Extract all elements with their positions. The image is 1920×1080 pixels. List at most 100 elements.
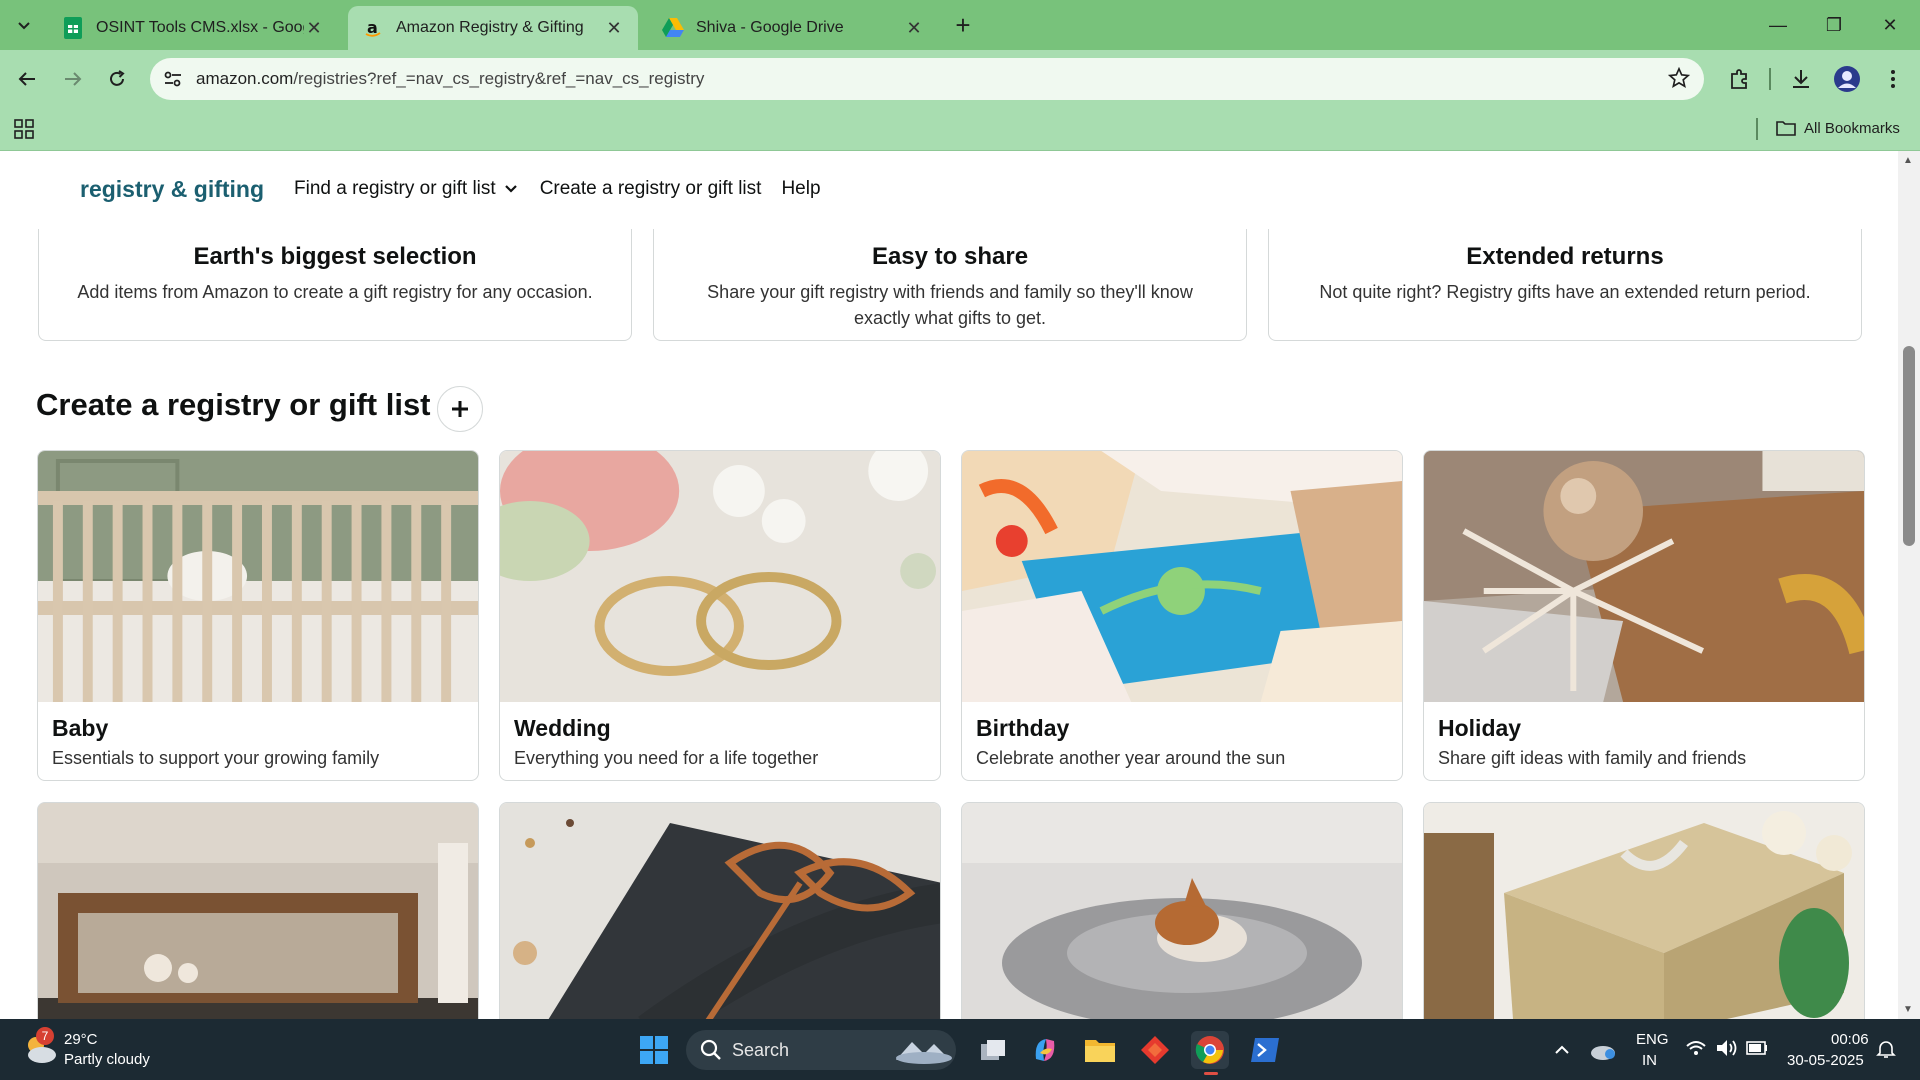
- find-registry-label: Find a registry or gift list: [294, 178, 496, 199]
- profile-button[interactable]: [1830, 62, 1864, 96]
- tab-osint-sheet[interactable]: OSINT Tools CMS.xlsx - Google ✕: [48, 6, 338, 50]
- feature-card: Easy to share Share your gift registry w…: [653, 229, 1247, 341]
- extensions-button[interactable]: [1722, 62, 1756, 96]
- bookmark-star-icon[interactable]: [1667, 66, 1691, 94]
- site-info-icon[interactable]: [162, 68, 184, 95]
- show-hidden-icons-button[interactable]: [1543, 1031, 1581, 1069]
- registry-card-holiday[interactable]: Holiday Share gift ideas with family and…: [1423, 450, 1865, 781]
- downloads-button[interactable]: [1784, 62, 1818, 96]
- tab-search-button[interactable]: [10, 12, 38, 40]
- start-button[interactable]: [635, 1031, 673, 1069]
- toolbar-divider: [1769, 68, 1771, 90]
- arrow-right-icon: [65, 72, 82, 86]
- windows-taskbar: 7 29°C Partly cloudy Search ENG IN 00:06…: [0, 1019, 1920, 1080]
- weather-temp: 29°C: [64, 1031, 98, 1048]
- registry-card-keepsake[interactable]: [37, 802, 479, 1019]
- card-description: Essentials to support your growing famil…: [52, 748, 380, 768]
- help-link[interactable]: Help: [781, 178, 820, 200]
- card-title: Birthday: [976, 715, 1070, 741]
- onedrive-button[interactable]: [1584, 1031, 1622, 1069]
- region-code[interactable]: IN: [1642, 1052, 1657, 1069]
- taskbar-search[interactable]: Search: [686, 1030, 956, 1070]
- add-registry-button[interactable]: [437, 386, 483, 432]
- language-code[interactable]: ENG: [1636, 1031, 1669, 1048]
- chrome-icon: [1195, 1036, 1224, 1064]
- clock-date[interactable]: 30-05-2025: [1787, 1052, 1864, 1069]
- page-scrollbar[interactable]: ▲ ▼: [1898, 151, 1920, 1019]
- card-title: Baby: [52, 715, 109, 741]
- notifications-icon[interactable]: [1876, 1039, 1896, 1064]
- apps-grid-icon[interactable]: [14, 119, 34, 144]
- registry-card-wedding[interactable]: Wedding Everything you need for a life t…: [499, 450, 941, 781]
- minimize-button[interactable]: —: [1758, 10, 1798, 40]
- registry-card-gifts[interactable]: [1423, 802, 1865, 1019]
- chrome-taskbar-button[interactable]: [1191, 1031, 1229, 1075]
- file-explorer-button[interactable]: [1081, 1031, 1119, 1069]
- windows-logo-icon: [640, 1036, 668, 1064]
- maximize-button[interactable]: ❐: [1814, 10, 1854, 40]
- battery-icon[interactable]: [1746, 1041, 1768, 1060]
- forward-button[interactable]: [56, 62, 90, 96]
- bookmarks-bar: All Bookmarks: [0, 108, 1920, 151]
- scroll-down-icon[interactable]: ▼: [1903, 1004, 1913, 1015]
- url-path: /registries?ref_=nav_cs_registry&ref_=na…: [293, 69, 705, 88]
- close-tab-icon[interactable]: ✕: [604, 18, 624, 39]
- browser-toolbar: amazon.com/registries?ref_=nav_cs_regist…: [0, 50, 1920, 108]
- registry-card-pet[interactable]: [961, 802, 1403, 1019]
- feature-text: Share your gift registry with friends an…: [707, 282, 1193, 328]
- clock-time[interactable]: 00:06: [1831, 1031, 1869, 1048]
- chevron-up-icon: [1555, 1045, 1569, 1054]
- feature-text: Not quite right? Registry gifts have an …: [1319, 282, 1811, 302]
- tab-title: Amazon Registry & Gifting: [396, 19, 584, 36]
- chevron-down-icon: [504, 185, 517, 193]
- bookmarks-divider: [1756, 118, 1758, 140]
- all-bookmarks-button[interactable]: All Bookmarks: [1776, 119, 1900, 137]
- feature-title: Easy to share: [871, 243, 1029, 270]
- feature-card: Earth's biggest selection Add items from…: [38, 229, 632, 341]
- tab-amazon-registry[interactable]: a Amazon Registry & Gifting ✕: [348, 6, 638, 50]
- create-registry-link[interactable]: Create a registry or gift list: [540, 178, 762, 200]
- scroll-up-icon[interactable]: ▲: [1903, 155, 1913, 166]
- scrollbar-thumb[interactable]: [1903, 346, 1915, 546]
- google-drive-icon: [662, 17, 684, 39]
- registry-card-baby[interactable]: Baby Essentials to support your growing …: [37, 450, 479, 781]
- plus-icon: [452, 401, 468, 417]
- registry-card-birthday[interactable]: Birthday Celebrate another year around t…: [961, 450, 1403, 781]
- active-app-indicator: [1204, 1072, 1218, 1075]
- wifi-icon[interactable]: [1686, 1039, 1706, 1062]
- task-view-icon: [981, 1040, 1005, 1060]
- close-window-button[interactable]: ✕: [1870, 10, 1910, 40]
- reload-button[interactable]: [100, 62, 134, 96]
- new-tab-button[interactable]: +: [948, 10, 978, 40]
- birthday-gifts-image: [962, 451, 1402, 702]
- weather-widget[interactable]: 7: [22, 1027, 58, 1070]
- task-view-button[interactable]: [974, 1031, 1012, 1069]
- tab-google-drive[interactable]: Shiva - Google Drive ✕: [648, 6, 938, 50]
- card-title: Wedding: [514, 715, 611, 741]
- registry-card-gift-wrap[interactable]: [499, 802, 941, 1019]
- search-icon: [700, 1039, 721, 1060]
- registry-brand-link[interactable]: registry & gifting: [80, 176, 264, 203]
- volume-icon[interactable]: [1716, 1039, 1738, 1062]
- page-content: registry & gifting Find a registry or gi…: [0, 151, 1920, 1019]
- wedding-rings-image: [500, 451, 940, 702]
- terminal-icon: [1251, 1038, 1279, 1062]
- copilot-icon: [1035, 1039, 1055, 1061]
- card-title: Holiday: [1438, 715, 1522, 741]
- tab-title: Shiva - Google Drive: [696, 19, 844, 36]
- back-button[interactable]: [10, 62, 44, 96]
- powershell-button[interactable]: [1246, 1031, 1284, 1069]
- holiday-ornament-image: [1424, 451, 1864, 702]
- address-bar[interactable]: amazon.com/registries?ref_=nav_cs_regist…: [150, 58, 1704, 100]
- close-tab-icon[interactable]: ✕: [304, 18, 324, 39]
- find-registry-menu[interactable]: Find a registry or gift list: [294, 178, 518, 200]
- app-red-diamond-button[interactable]: [1136, 1031, 1174, 1069]
- close-tab-icon[interactable]: ✕: [904, 18, 924, 39]
- avatar: [1834, 66, 1860, 92]
- tab-title: OSINT Tools CMS.xlsx - Google: [96, 19, 304, 36]
- menu-button[interactable]: [1876, 62, 1910, 96]
- download-icon: [1793, 70, 1809, 88]
- copilot-button[interactable]: [1026, 1031, 1064, 1069]
- registry-subnav: registry & gifting Find a registry or gi…: [0, 151, 1898, 227]
- weather-text: Partly cloudy: [64, 1051, 150, 1068]
